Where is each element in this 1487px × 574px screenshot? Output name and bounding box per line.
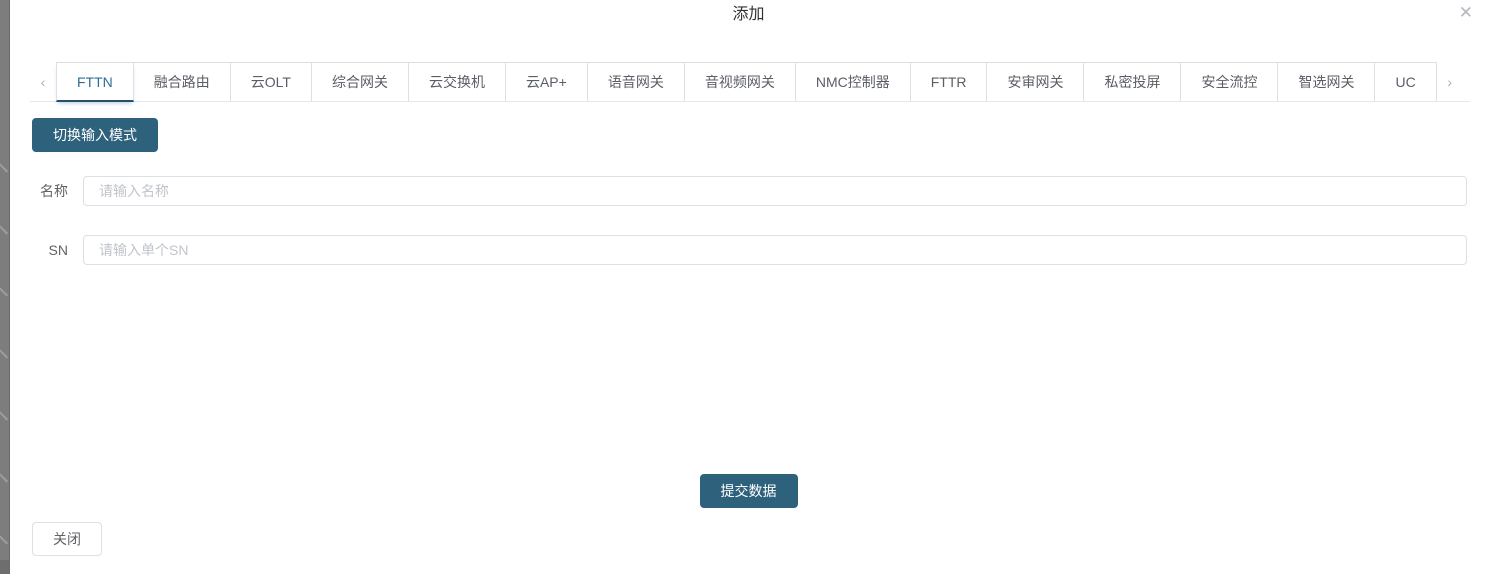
tab-smart-gateway[interactable]: 智选网关: [1278, 62, 1375, 101]
toggle-input-mode-button[interactable]: 切换输入模式: [32, 118, 158, 152]
name-field-label: 名称: [30, 181, 68, 201]
screen: 添加 ✕ ‹ FTTN融合路由云OLT综合网关云交换机云AP+语音网关音视频网关…: [0, 0, 1487, 574]
submit-area: 提交数据: [10, 474, 1487, 508]
sn-input[interactable]: [83, 235, 1467, 265]
background-strip-cap: [0, 560, 9, 574]
tab-security-flow-control[interactable]: 安全流控: [1181, 62, 1278, 101]
background-strip-mark: [0, 349, 8, 358]
tab-fusion-router[interactable]: 融合路由: [134, 62, 231, 101]
sn-field-label: SN: [30, 242, 68, 258]
background-page-strip: [0, 0, 10, 574]
background-strip-mark: [0, 535, 8, 544]
background-strip-mark: [0, 287, 8, 296]
tab-integrated-gateway[interactable]: 综合网关: [312, 62, 409, 101]
tabs-scroll-left-icon[interactable]: ‹: [30, 62, 56, 101]
name-input[interactable]: [83, 176, 1467, 206]
tab-voice-gateway[interactable]: 语音网关: [588, 62, 685, 101]
background-strip-mark: [0, 473, 8, 482]
tab-fttn[interactable]: FTTN: [56, 62, 134, 102]
background-strip-mark: [0, 411, 8, 420]
tab-nmc-controller[interactable]: NMC控制器: [796, 62, 911, 101]
tab-audit-gateway[interactable]: 安审网关: [987, 62, 1084, 101]
background-strip-mark: [0, 163, 8, 172]
tab-av-gateway[interactable]: 音视频网关: [685, 62, 796, 101]
add-dialog: 添加 ✕ ‹ FTTN融合路由云OLT综合网关云交换机云AP+语音网关音视频网关…: [10, 0, 1487, 574]
tab-cloud-ap-plus[interactable]: 云AP+: [506, 62, 588, 101]
device-type-tab-bar: ‹ FTTN融合路由云OLT综合网关云交换机云AP+语音网关音视频网关NMC控制…: [30, 62, 1470, 102]
tabs-scroll-right-icon[interactable]: ›: [1437, 62, 1463, 101]
submit-data-button[interactable]: 提交数据: [700, 474, 798, 508]
close-icon[interactable]: ✕: [1459, 4, 1473, 22]
tab-cloud-olt[interactable]: 云OLT: [231, 62, 312, 101]
tab-uc[interactable]: UC: [1375, 62, 1436, 101]
name-form-row: 名称: [30, 176, 1467, 206]
background-strip-mark: [0, 225, 8, 234]
tab-cloud-switch[interactable]: 云交换机: [409, 62, 506, 101]
tab-fttr[interactable]: FTTR: [911, 62, 988, 101]
sn-form-row: SN: [30, 235, 1467, 265]
close-button[interactable]: 关闭: [32, 522, 102, 556]
tab-private-screencast[interactable]: 私密投屏: [1084, 62, 1181, 101]
tab-list: FTTN融合路由云OLT综合网关云交换机云AP+语音网关音视频网关NMC控制器F…: [56, 62, 1437, 101]
dialog-title: 添加: [10, 4, 1487, 26]
